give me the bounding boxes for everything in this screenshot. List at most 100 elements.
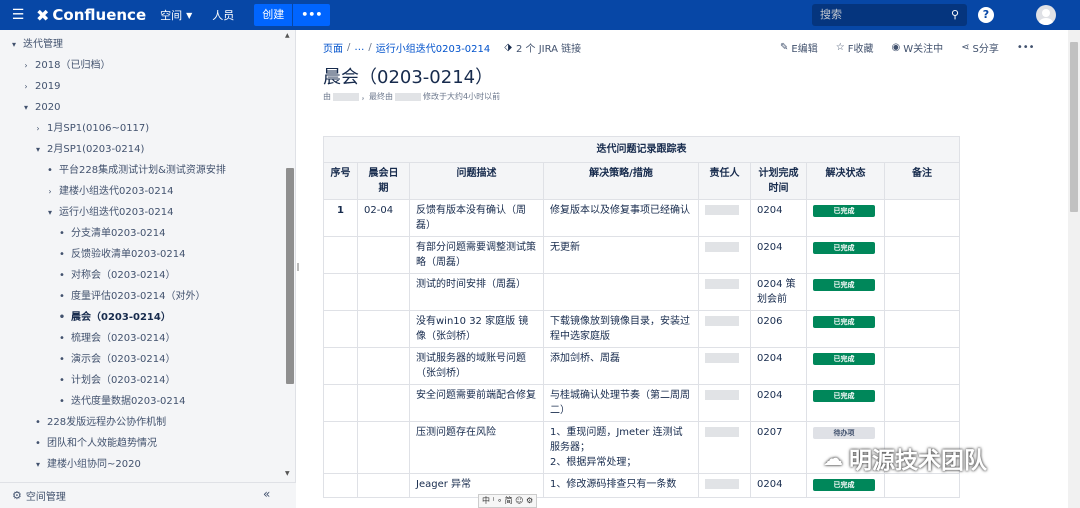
sidebar-tree-item[interactable]: › 1月SP1(0106~0117) [0, 118, 284, 139]
sidebar-tree-item[interactable]: • 晨会（0203-0214） [0, 307, 284, 328]
cell-number [323, 273, 358, 311]
meta-modified-time: 修改于大约4小时以前 [423, 92, 501, 101]
app-switcher-icon[interactable]: ☰ [0, 7, 36, 23]
space-tools-label: 空间管理 [25, 492, 66, 503]
sidebar-tree-item[interactable]: › 2019 [0, 76, 284, 97]
sidebar-tree-item[interactable]: • 反馈验收清单0203-0214 [0, 244, 284, 265]
table-caption: 迭代问题记录跟踪表 [323, 136, 960, 163]
cell-description: 压测问题存在风险 [409, 421, 544, 474]
sidebar-resize-handle[interactable]: ‖ [296, 262, 300, 271]
sidebar-tree-item[interactable]: ▾ 2月SP1(0203-0214) [0, 139, 284, 160]
help-icon[interactable]: ? [978, 7, 994, 23]
cell-remarks [884, 384, 960, 422]
nav-people-label: 人员 [212, 9, 235, 22]
search-icon[interactable]: ⚲ [951, 4, 959, 26]
sidebar-tree-item[interactable]: › 建楼小组迭代0203-0214 [0, 181, 284, 202]
cell-status: 已完成 [806, 473, 885, 498]
scroll-up-icon[interactable]: ▲ [285, 32, 290, 39]
sidebar-tree-item[interactable]: • 分支清单0203-0214 [0, 223, 284, 244]
cell-due: 0207 [750, 421, 807, 474]
cell-due: 0204 [750, 199, 807, 237]
table-header-row: 序号 晨会日期 问题描述 解决策略/措施 责任人 计划完成时间 解决状态 备注 [323, 162, 960, 200]
more-actions-button[interactable]: ••• [1017, 40, 1035, 55]
cell-date [357, 273, 410, 311]
sidebar-tree-item[interactable]: • 度量评估0203-0214（对外） [0, 286, 284, 307]
bullet-icon: • [35, 438, 41, 449]
confluence-logo[interactable]: ✖ Confluence [36, 6, 146, 25]
chevron-down-icon[interactable]: ▾ [32, 139, 44, 160]
breadcrumb-parent[interactable]: 运行小组迭代0203-0214 [376, 40, 491, 55]
cell-number [323, 347, 358, 385]
search-placeholder: 搜索 [820, 8, 842, 21]
bullet-icon: • [59, 249, 65, 260]
share-button[interactable]: ⋖ S分享 [961, 40, 999, 55]
page-metadata: 由 ，最终由 修改于大约4小时以前 [323, 91, 500, 102]
sidebar-tree-item[interactable]: ▾ 运行小组迭代0203-0214 [0, 202, 284, 223]
jira-links[interactable]: ⬗ 2 个 JIRA 链接 [504, 40, 581, 55]
cell-remarks [884, 199, 960, 237]
ime-toolbar[interactable]: 中 ⁾ ∘ 简 ☺ ⚙ [478, 494, 538, 508]
chevron-down-icon[interactable]: ▾ [32, 454, 44, 475]
page-scroll-thumb[interactable] [1070, 42, 1078, 212]
sidebar-tree-item[interactable]: • 梳理会（0203-0214） [0, 328, 284, 349]
nav-people[interactable]: 人员 [212, 7, 234, 23]
sidebar-tree-item[interactable]: ▾ 2020 [0, 97, 284, 118]
breadcrumb-ellipsis[interactable]: … [354, 42, 364, 53]
cell-remarks [884, 473, 960, 498]
sidebar-tree-item[interactable]: • 团队和个人效能趋势情况 [0, 433, 284, 454]
cell-status: 已完成 [806, 273, 885, 311]
sidebar-tree-item[interactable]: • 迭代度量数据0203-0214 [0, 391, 284, 412]
collapse-sidebar-icon[interactable]: « [263, 487, 270, 501]
cell-owner [698, 199, 751, 237]
search-input[interactable]: 搜索 ⚲ [812, 4, 967, 26]
table-column-header: 序号 [323, 162, 358, 200]
breadcrumb-pages[interactable]: 页面 [323, 40, 343, 55]
sidebar-scroll-thumb[interactable] [286, 168, 294, 384]
favorite-button[interactable]: ☆ F收藏 [836, 40, 874, 55]
chevron-down-icon[interactable]: ▾ [8, 34, 20, 55]
watermark-text: 明源技术团队 [849, 448, 987, 474]
redacted-owner [705, 390, 739, 400]
sidebar-tree-item[interactable]: • 228发版远程办公协作机制 [0, 412, 284, 433]
chevron-right-icon[interactable]: › [44, 181, 56, 202]
nav-spaces[interactable]: 空间 ▼ [160, 7, 192, 23]
create-button[interactable]: 创建 [254, 4, 293, 26]
create-more-button[interactable]: ••• [293, 4, 331, 26]
cell-date [357, 310, 410, 348]
cell-date: 02-04 [357, 199, 410, 237]
cell-due: 0204 [750, 473, 807, 498]
sidebar-tree-item-label: 梳理会（0203-0214） [71, 333, 176, 344]
watch-button[interactable]: ◉ W关注中 [891, 40, 943, 55]
chevron-right-icon[interactable]: › [32, 118, 44, 139]
sidebar-tree-item[interactable]: › 2018（已归档） [0, 55, 284, 76]
redacted-owner [705, 316, 739, 326]
sidebar-tree-item-label: 2020 [35, 102, 61, 113]
sidebar-tree-item-label: 度量评估0203-0214（对外） [71, 291, 206, 302]
chevron-down-icon[interactable]: ▾ [20, 97, 32, 118]
redacted-author [333, 92, 359, 101]
cell-due: 0206 [750, 310, 807, 348]
pencil-icon: ✎ [780, 42, 789, 53]
sidebar-tree-item[interactable]: • 平台228集成测试计划&测试资源安排 [0, 160, 284, 181]
chevron-down-icon[interactable]: ▾ [44, 202, 56, 223]
scroll-down-icon[interactable]: ▼ [285, 470, 290, 477]
chevron-right-icon[interactable]: › [20, 76, 32, 97]
redacted-owner [705, 427, 739, 437]
space-tools[interactable]: ⚙ 空间管理 « [0, 482, 296, 508]
breadcrumb-separator: / [368, 42, 372, 53]
cell-owner [698, 473, 751, 498]
cell-owner [698, 384, 751, 422]
sidebar-tree-item[interactable]: ▾ 建楼小组协同~2020 [0, 454, 284, 475]
page-scrollbar[interactable] [1068, 30, 1080, 508]
edit-button[interactable]: ✎ E编辑 [780, 40, 818, 55]
sidebar-tree-item[interactable]: ▾ 迭代管理 [0, 34, 284, 55]
chevron-right-icon[interactable]: › [20, 55, 32, 76]
cell-number [323, 236, 358, 274]
sidebar-tree-item[interactable]: • 计划会（0203-0214） [0, 370, 284, 391]
sidebar-tree-item[interactable]: • 对称会（0203-0214） [0, 265, 284, 286]
cell-date [357, 421, 410, 474]
user-avatar[interactable] [1036, 5, 1056, 25]
cell-owner [698, 310, 751, 348]
cell-remarks [884, 347, 960, 385]
sidebar-tree-item[interactable]: • 演示会（0203-0214） [0, 349, 284, 370]
